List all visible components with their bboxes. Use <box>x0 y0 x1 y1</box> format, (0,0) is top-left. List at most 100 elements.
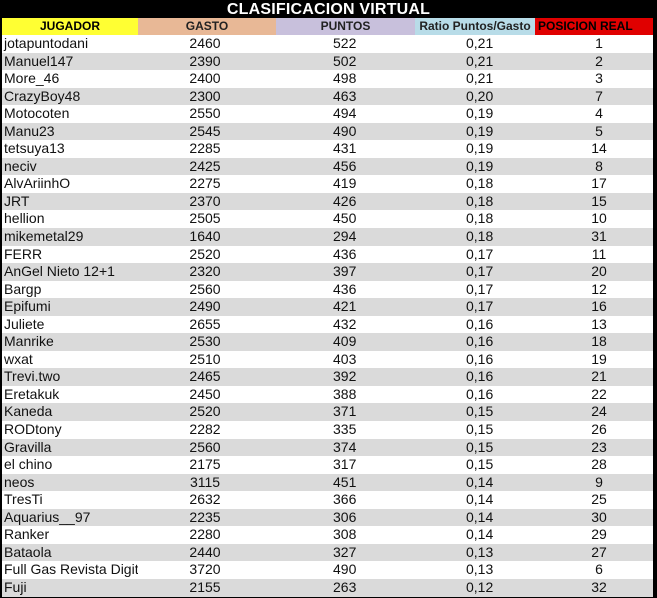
cell-jugador[interactable]: el chino <box>2 456 138 474</box>
cell-ratio[interactable]: 0,16 <box>415 316 535 334</box>
cell-gasto[interactable]: 2510 <box>138 351 276 369</box>
header-ratio[interactable]: Ratio Puntos/Gasto <box>415 18 535 35</box>
cell-gasto[interactable]: 2460 <box>138 35 276 53</box>
header-jugador[interactable]: JUGADOR <box>2 18 138 35</box>
cell-puntos[interactable]: 451 <box>276 474 415 492</box>
cell-gasto[interactable]: 2545 <box>138 123 276 141</box>
cell-posicion-real[interactable]: 1 <box>535 35 653 53</box>
cell-gasto[interactable]: 2175 <box>138 456 276 474</box>
cell-puntos[interactable]: 432 <box>276 316 415 334</box>
cell-gasto[interactable]: 3115 <box>138 474 276 492</box>
cell-posicion-real[interactable]: 30 <box>535 509 653 527</box>
cell-puntos[interactable]: 431 <box>276 140 415 158</box>
cell-puntos[interactable]: 306 <box>276 509 415 527</box>
cell-puntos[interactable]: 498 <box>276 70 415 88</box>
cell-jugador[interactable]: Epifumi <box>2 298 138 316</box>
cell-gasto[interactable]: 2300 <box>138 88 276 106</box>
cell-posicion-real[interactable]: 21 <box>535 368 653 386</box>
cell-jugador[interactable]: neos <box>2 474 138 492</box>
cell-jugador[interactable]: TresTi <box>2 491 138 509</box>
cell-puntos[interactable]: 374 <box>276 439 415 457</box>
cell-jugador[interactable]: Bargp <box>2 281 138 299</box>
cell-jugador[interactable]: Motocoten <box>2 105 138 123</box>
cell-gasto[interactable]: 2632 <box>138 491 276 509</box>
cell-jugador[interactable]: Aquarius__97 <box>2 509 138 527</box>
cell-ratio[interactable]: 0,21 <box>415 35 535 53</box>
cell-puntos[interactable]: 494 <box>276 105 415 123</box>
cell-ratio[interactable]: 0,20 <box>415 88 535 106</box>
cell-puntos[interactable]: 502 <box>276 53 415 71</box>
cell-posicion-real[interactable]: 31 <box>535 228 653 246</box>
cell-gasto[interactable]: 2550 <box>138 105 276 123</box>
cell-puntos[interactable]: 327 <box>276 544 415 562</box>
cell-posicion-real[interactable]: 2 <box>535 53 653 71</box>
cell-jugador[interactable]: AlvAriinhO <box>2 175 138 193</box>
cell-puntos[interactable]: 463 <box>276 88 415 106</box>
cell-ratio[interactable]: 0,17 <box>415 281 535 299</box>
cell-gasto[interactable]: 2425 <box>138 158 276 176</box>
cell-posicion-real[interactable]: 29 <box>535 526 653 544</box>
cell-ratio[interactable]: 0,17 <box>415 246 535 264</box>
cell-jugador[interactable]: Fuji <box>2 579 138 597</box>
cell-jugador[interactable]: hellion <box>2 210 138 228</box>
cell-puntos[interactable]: 426 <box>276 193 415 211</box>
cell-posicion-real[interactable]: 32 <box>535 579 653 597</box>
cell-gasto[interactable]: 2320 <box>138 263 276 281</box>
cell-gasto[interactable]: 2400 <box>138 70 276 88</box>
cell-jugador[interactable]: Manuel147 <box>2 53 138 71</box>
cell-ratio[interactable]: 0,18 <box>415 210 535 228</box>
cell-posicion-real[interactable]: 25 <box>535 491 653 509</box>
cell-jugador[interactable]: wxat <box>2 351 138 369</box>
cell-posicion-real[interactable]: 27 <box>535 544 653 562</box>
cell-jugador[interactable]: AnGel Nieto 12+1 <box>2 263 138 281</box>
cell-posicion-real[interactable]: 10 <box>535 210 653 228</box>
cell-posicion-real[interactable]: 18 <box>535 333 653 351</box>
cell-jugador[interactable]: More_46 <box>2 70 138 88</box>
cell-puntos[interactable]: 366 <box>276 491 415 509</box>
cell-ratio[interactable]: 0,13 <box>415 544 535 562</box>
cell-gasto[interactable]: 2440 <box>138 544 276 562</box>
header-posicion-real[interactable]: POSICION REAL <box>535 18 653 35</box>
cell-jugador[interactable]: Bataola <box>2 544 138 562</box>
cell-jugador[interactable]: mikemetal29 <box>2 228 138 246</box>
cell-posicion-real[interactable]: 16 <box>535 298 653 316</box>
cell-gasto[interactable]: 2560 <box>138 281 276 299</box>
cell-puntos[interactable]: 450 <box>276 210 415 228</box>
cell-puntos[interactable]: 397 <box>276 263 415 281</box>
cell-gasto[interactable]: 2282 <box>138 421 276 439</box>
cell-ratio[interactable]: 0,15 <box>415 439 535 457</box>
header-puntos[interactable]: PUNTOS <box>276 18 415 35</box>
cell-posicion-real[interactable]: 20 <box>535 263 653 281</box>
cell-gasto[interactable]: 2390 <box>138 53 276 71</box>
cell-gasto[interactable]: 2490 <box>138 298 276 316</box>
cell-gasto[interactable]: 2520 <box>138 403 276 421</box>
cell-jugador[interactable]: Eretakuk <box>2 386 138 404</box>
cell-ratio[interactable]: 0,19 <box>415 158 535 176</box>
cell-gasto[interactable]: 2560 <box>138 439 276 457</box>
cell-posicion-real[interactable]: 6 <box>535 561 653 579</box>
cell-puntos[interactable]: 294 <box>276 228 415 246</box>
cell-ratio[interactable]: 0,13 <box>415 561 535 579</box>
cell-ratio[interactable]: 0,15 <box>415 403 535 421</box>
cell-ratio[interactable]: 0,18 <box>415 228 535 246</box>
cell-ratio[interactable]: 0,14 <box>415 526 535 544</box>
cell-gasto[interactable]: 2155 <box>138 579 276 597</box>
cell-ratio[interactable]: 0,21 <box>415 53 535 71</box>
cell-posicion-real[interactable]: 23 <box>535 439 653 457</box>
cell-puntos[interactable]: 456 <box>276 158 415 176</box>
cell-jugador[interactable]: RODtony <box>2 421 138 439</box>
cell-ratio[interactable]: 0,14 <box>415 474 535 492</box>
cell-posicion-real[interactable]: 3 <box>535 70 653 88</box>
cell-gasto[interactable]: 2285 <box>138 140 276 158</box>
cell-posicion-real[interactable]: 7 <box>535 88 653 106</box>
cell-jugador[interactable]: Kaneda <box>2 403 138 421</box>
cell-ratio[interactable]: 0,17 <box>415 298 535 316</box>
cell-ratio[interactable]: 0,17 <box>415 263 535 281</box>
cell-ratio[interactable]: 0,16 <box>415 368 535 386</box>
cell-ratio[interactable]: 0,14 <box>415 491 535 509</box>
cell-jugador[interactable]: neciv <box>2 158 138 176</box>
cell-gasto[interactable]: 2465 <box>138 368 276 386</box>
cell-puntos[interactable]: 388 <box>276 386 415 404</box>
cell-puntos[interactable]: 308 <box>276 526 415 544</box>
cell-posicion-real[interactable]: 28 <box>535 456 653 474</box>
